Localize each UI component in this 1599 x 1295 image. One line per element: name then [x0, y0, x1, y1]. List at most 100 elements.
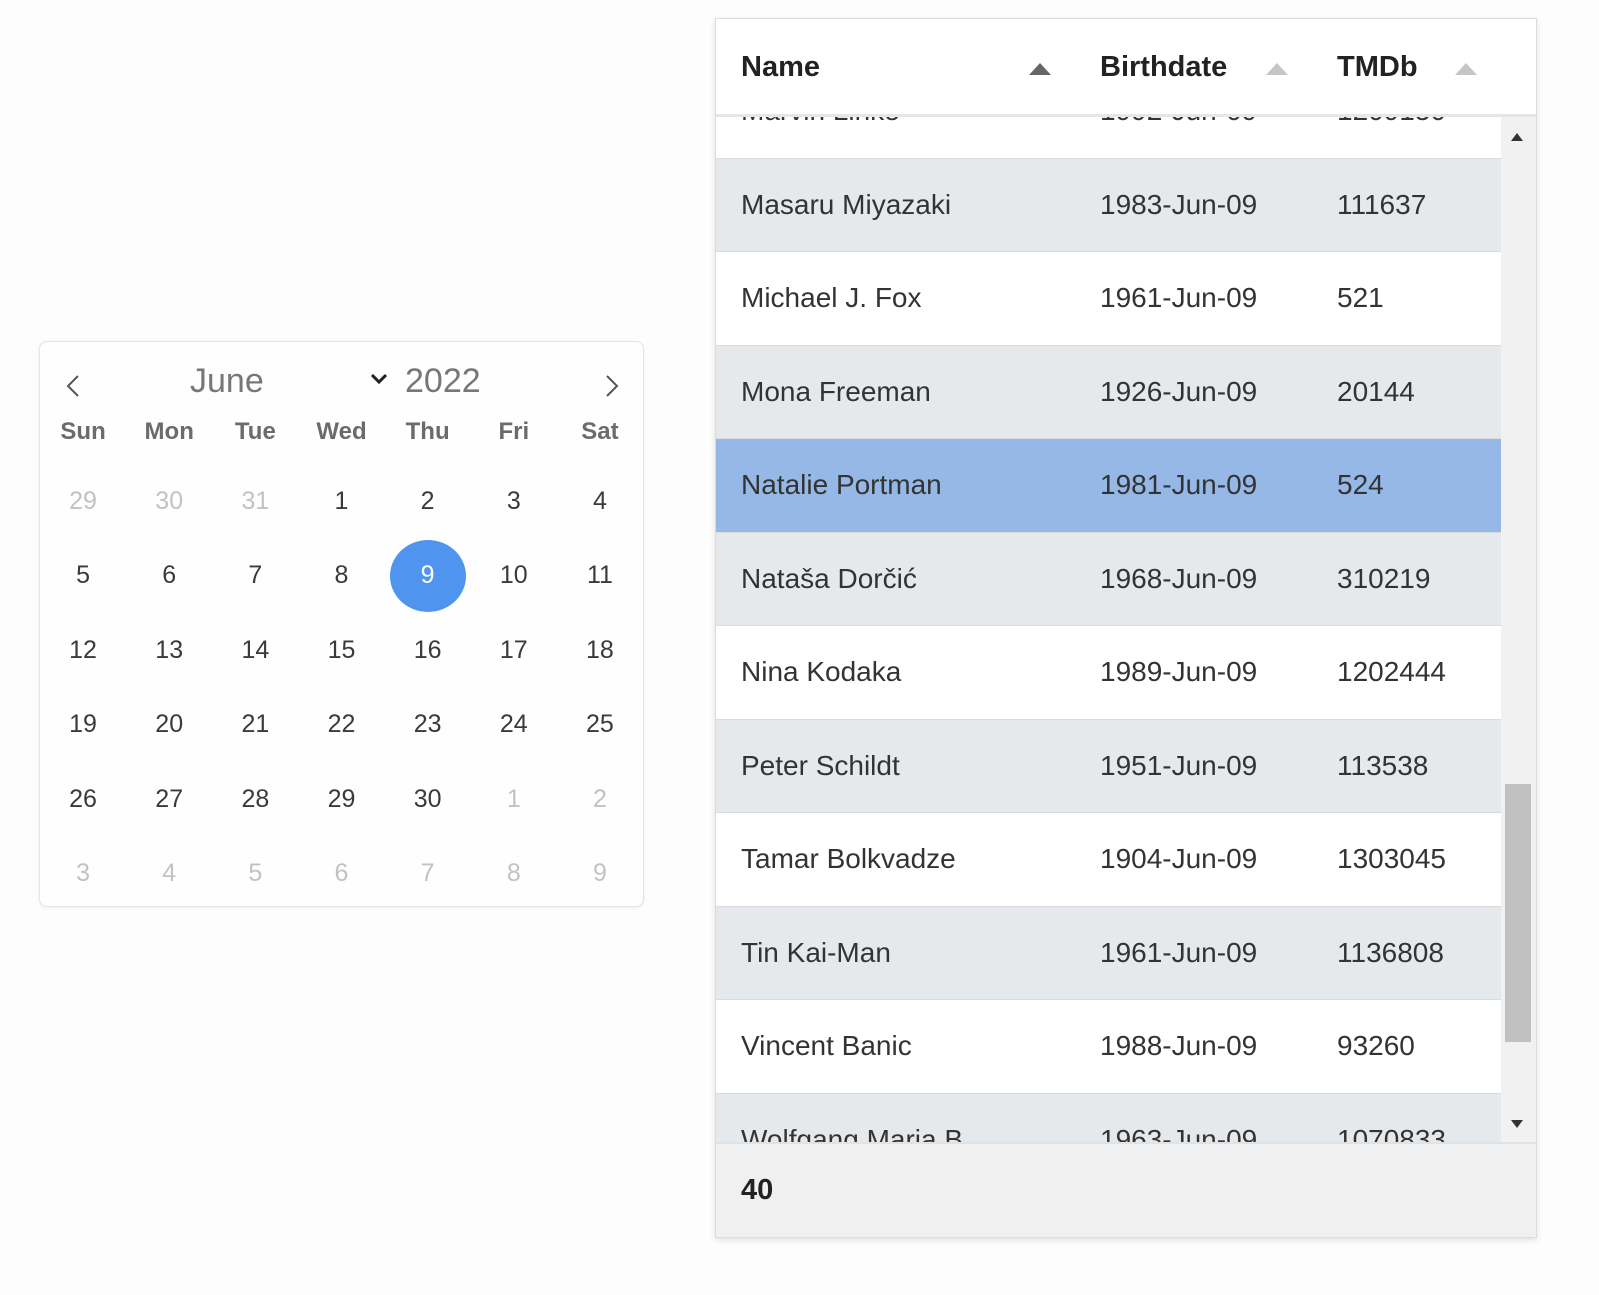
calendar-day[interactable]: 7 — [385, 837, 471, 912]
grid-header: Name Birthdate TMDb — [716, 19, 1536, 117]
calendar-day[interactable]: 1 — [471, 762, 557, 837]
sort-ascending-icon[interactable] — [1266, 63, 1288, 75]
cell-name: Marvin Linke — [741, 117, 900, 127]
table-row[interactable]: Tin Kai-Man 1961-Jun-09 1136808 — [716, 906, 1501, 1000]
previous-month-button[interactable] — [60, 370, 88, 402]
calendar-day[interactable]: 11 — [557, 539, 643, 614]
month-dropdown[interactable] — [368, 368, 390, 390]
calendar-day[interactable]: 19 — [40, 688, 126, 763]
calendar-day[interactable]: 6 — [298, 837, 384, 912]
calendar-day[interactable]: 7 — [212, 539, 298, 614]
cell-birthdate: 1963-Jun-09 — [1100, 1123, 1258, 1143]
table-row[interactable]: Michael J. Fox 1961-Jun-09 521 — [716, 252, 1501, 346]
calendar-day[interactable]: 25 — [557, 688, 643, 763]
day-number: 7 — [420, 859, 435, 888]
calendar-day[interactable]: 14 — [212, 613, 298, 688]
calendar-day[interactable]: 15 — [298, 613, 384, 688]
cell-birthdate: 1961-Jun-09 — [1100, 936, 1258, 968]
calendar-day[interactable]: 18 — [557, 613, 643, 688]
table-row[interactable]: Mona Freeman 1926-Jun-09 20144 — [716, 345, 1501, 439]
calendar-day[interactable]: 21 — [212, 688, 298, 763]
day-number: 6 — [334, 859, 349, 888]
calendar-day[interactable]: 29 — [298, 762, 384, 837]
calendar-day[interactable]: 6 — [126, 539, 212, 614]
cell-tmdb: 1136808 — [1337, 936, 1444, 968]
cell-tmdb: 1303045 — [1337, 843, 1447, 874]
calendar-day[interactable]: 29 — [40, 464, 126, 539]
cell-birthdate: 1926-Jun-09 — [1100, 375, 1258, 407]
month-label[interactable]: June — [190, 362, 264, 401]
calendar-day[interactable]: 22 — [298, 688, 384, 763]
chevron-right-icon — [606, 375, 619, 397]
scroll-down-arrow-icon[interactable] — [1511, 1120, 1523, 1128]
calendar-day[interactable]: 5 — [40, 539, 126, 614]
table-row-selected[interactable]: Natalie Portman 1981-Jun-09 524 — [716, 439, 1501, 533]
vertical-scrollbar[interactable] — [1501, 117, 1536, 1142]
day-number: 1 — [334, 486, 349, 515]
day-number: 5 — [248, 859, 263, 888]
calendar-day[interactable]: 26 — [40, 762, 126, 837]
sort-ascending-icon[interactable] — [1455, 63, 1477, 75]
table-row[interactable]: Masaru Miyazaki 1983-Jun-09 111637 — [716, 158, 1501, 252]
calendar-day[interactable]: 4 — [126, 837, 212, 912]
calendar-day[interactable]: 2 — [385, 464, 471, 539]
weekday-label: Wed — [316, 418, 367, 445]
calendar-day[interactable]: 20 — [126, 688, 212, 763]
calendar-day[interactable]: 3 — [471, 464, 557, 539]
sort-ascending-icon[interactable] — [1029, 63, 1051, 75]
day-number: 20 — [155, 710, 184, 739]
column-header-name[interactable]: Name — [741, 51, 820, 84]
calendar-day[interactable]: 3 — [40, 837, 126, 912]
calendar-day[interactable]: 24 — [471, 688, 557, 763]
table-row[interactable]: Tamar Bolkvadze 1904-Jun-09 1303045 — [716, 813, 1501, 907]
day-number: 3 — [506, 486, 521, 515]
cell-name: Vincent Banic — [741, 1030, 912, 1061]
calendar-day[interactable]: 2 — [557, 762, 643, 837]
calendar-day-selected[interactable]: 9 — [385, 539, 471, 614]
table-row[interactable]: Marvin Linke 1992-Jun-09 1209150 — [716, 117, 1501, 159]
day-number: 2 — [420, 486, 435, 515]
column-header-tmdb[interactable]: TMDb — [1337, 51, 1418, 84]
calendar-day[interactable]: 8 — [298, 539, 384, 614]
calendar-day[interactable]: 8 — [471, 837, 557, 912]
table-row[interactable]: Nataša Dorčić 1968-Jun-09 310219 — [716, 532, 1501, 626]
day-number: 16 — [413, 635, 442, 664]
calendar-day[interactable]: 23 — [385, 688, 471, 763]
calendar-day[interactable]: 30 — [126, 464, 212, 539]
year-label[interactable]: 2022 — [405, 362, 481, 401]
calendar-day[interactable]: 28 — [212, 762, 298, 837]
calendar-day[interactable]: 4 — [557, 464, 643, 539]
calendar-day[interactable]: 31 — [212, 464, 298, 539]
cell-birthdate: 1968-Jun-09 — [1100, 562, 1258, 594]
calendar-day[interactable]: 27 — [126, 762, 212, 837]
day-number: 8 — [506, 859, 521, 888]
cell-birthdate: 1961-Jun-09 — [1100, 282, 1258, 313]
scrollbar-thumb[interactable] — [1505, 784, 1531, 1042]
table-row[interactable]: Nina Kodaka 1989-Jun-09 1202444 — [716, 626, 1501, 720]
calendar-day[interactable]: 5 — [212, 837, 298, 912]
calendar-days: 29 30 31 1 2 3 4 5 6 7 8 9 10 11 12 13 14 15 16 17 18 19 20 21 2… — [40, 464, 643, 911]
cell-tmdb: 113538 — [1337, 749, 1429, 781]
calendar-day[interactable]: 9 — [557, 837, 643, 912]
calendar-day[interactable]: 12 — [40, 613, 126, 688]
cell-birthdate: 1951-Jun-09 — [1100, 749, 1258, 781]
calendar-day[interactable]: 10 — [471, 539, 557, 614]
calendar-day[interactable]: 16 — [385, 613, 471, 688]
cell-tmdb: 1209150 — [1337, 117, 1446, 127]
next-month-button[interactable] — [597, 370, 625, 402]
cell-name: Natalie Portman — [741, 469, 942, 500]
calendar-day[interactable]: 17 — [471, 613, 557, 688]
scroll-up-arrow-icon[interactable] — [1511, 133, 1523, 141]
day-number: 4 — [162, 859, 177, 888]
calendar-day[interactable]: 30 — [385, 762, 471, 837]
calendar-week: 3 4 5 6 7 8 9 — [40, 837, 643, 912]
day-number: 17 — [499, 635, 528, 664]
day-number: 29 — [327, 784, 356, 813]
table-row[interactable]: Vincent Banic 1988-Jun-09 93260 — [716, 1000, 1501, 1094]
table-row[interactable]: Peter Schildt 1951-Jun-09 113538 — [716, 719, 1501, 813]
table-row[interactable]: Wolfgang Maria B... 1963-Jun-09 1070833 — [716, 1093, 1501, 1143]
calendar-day[interactable]: 13 — [126, 613, 212, 688]
calendar-day[interactable]: 1 — [298, 464, 384, 539]
cell-tmdb: 310219 — [1337, 562, 1431, 594]
column-header-birthdate[interactable]: Birthdate — [1100, 51, 1227, 84]
